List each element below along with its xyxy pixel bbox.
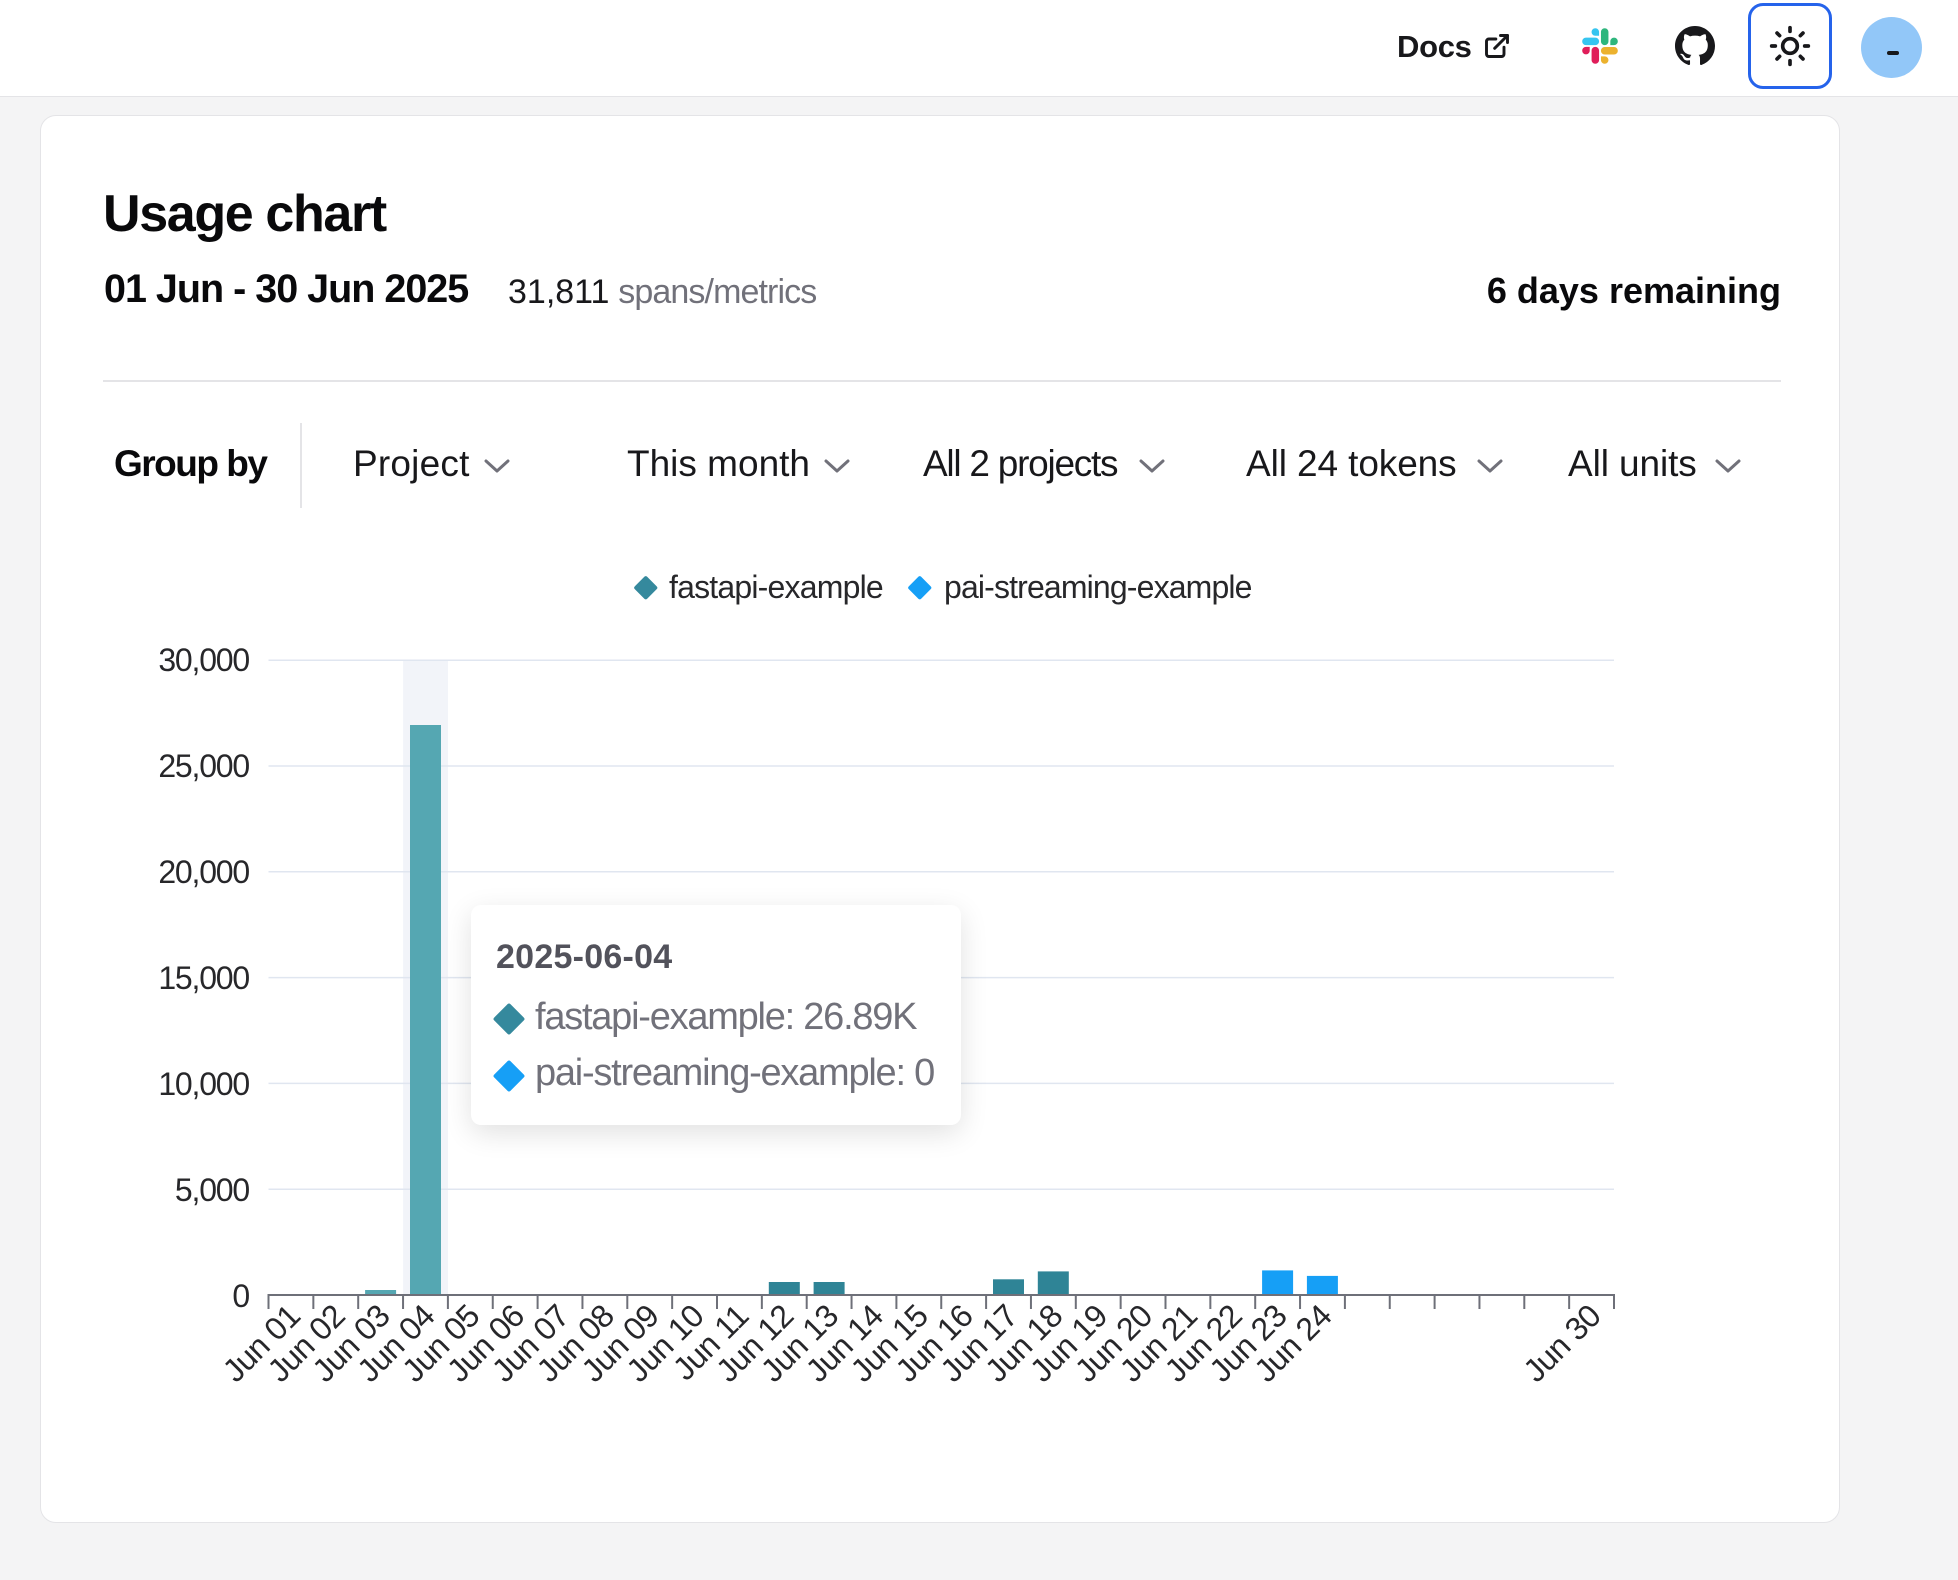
svg-text:30,000: 30,000: [158, 642, 249, 678]
svg-text:0: 0: [232, 1278, 249, 1314]
svg-text:5,000: 5,000: [175, 1172, 249, 1208]
svg-text:25,000: 25,000: [158, 748, 249, 784]
svg-text:fastapi-example: fastapi-example: [669, 569, 883, 605]
svg-text:pai-streaming-example: pai-streaming-example: [944, 569, 1252, 605]
svg-text:10,000: 10,000: [158, 1066, 249, 1102]
svg-text:Jun 30: Jun 30: [1516, 1297, 1607, 1388]
svg-text:15,000: 15,000: [158, 960, 249, 996]
svg-text:20,000: 20,000: [158, 854, 249, 890]
